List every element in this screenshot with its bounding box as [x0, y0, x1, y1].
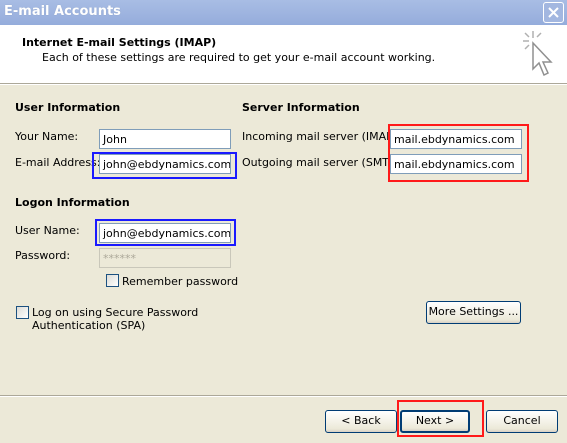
password-field[interactable]: ****** [99, 248, 231, 268]
email-address-label: E-mail Address: [15, 156, 101, 169]
spa-label-line1: Log on using Secure Password [32, 306, 199, 319]
user-name-label: User Name: [15, 224, 80, 237]
your-name-field[interactable]: John [99, 129, 231, 149]
remember-password-checkbox[interactable] [106, 274, 119, 287]
logon-info-title: Logon Information [15, 196, 130, 209]
header-subtitle: Each of these settings are required to g… [42, 51, 436, 64]
password-label: Password: [15, 249, 71, 262]
user-info-title: User Information [15, 101, 121, 114]
window-title: E-mail Accounts [4, 4, 121, 19]
wizard-cursor-icon [523, 31, 553, 77]
back-button[interactable]: < Back [325, 410, 397, 433]
server-highlight-box [388, 124, 529, 182]
next-highlight-box [397, 400, 484, 437]
close-icon [548, 7, 559, 18]
incoming-server-label: Incoming mail server (IMAP): [242, 130, 401, 143]
outgoing-server-label: Outgoing mail server (SMTP): [242, 156, 404, 169]
wizard-header: Internet E-mail Settings (IMAP) Each of … [0, 25, 567, 83]
spa-label-line2: Authentication (SPA) [32, 319, 146, 332]
header-title: Internet E-mail Settings (IMAP) [22, 36, 217, 49]
close-button[interactable] [543, 2, 564, 23]
spa-checkbox[interactable] [16, 306, 29, 319]
email-highlight-box [92, 152, 237, 179]
server-info-title: Server Information [242, 101, 360, 114]
cancel-button[interactable]: Cancel [486, 410, 558, 433]
header-separator-highlight [0, 84, 567, 85]
username-highlight-box [95, 219, 236, 246]
title-bar[interactable]: E-mail Accounts [0, 0, 567, 25]
footer-separator-highlight [0, 396, 567, 397]
your-name-label: Your Name: [15, 130, 79, 143]
remember-password-label: Remember password [122, 275, 239, 288]
more-settings-button[interactable]: More Settings ... [426, 301, 521, 324]
